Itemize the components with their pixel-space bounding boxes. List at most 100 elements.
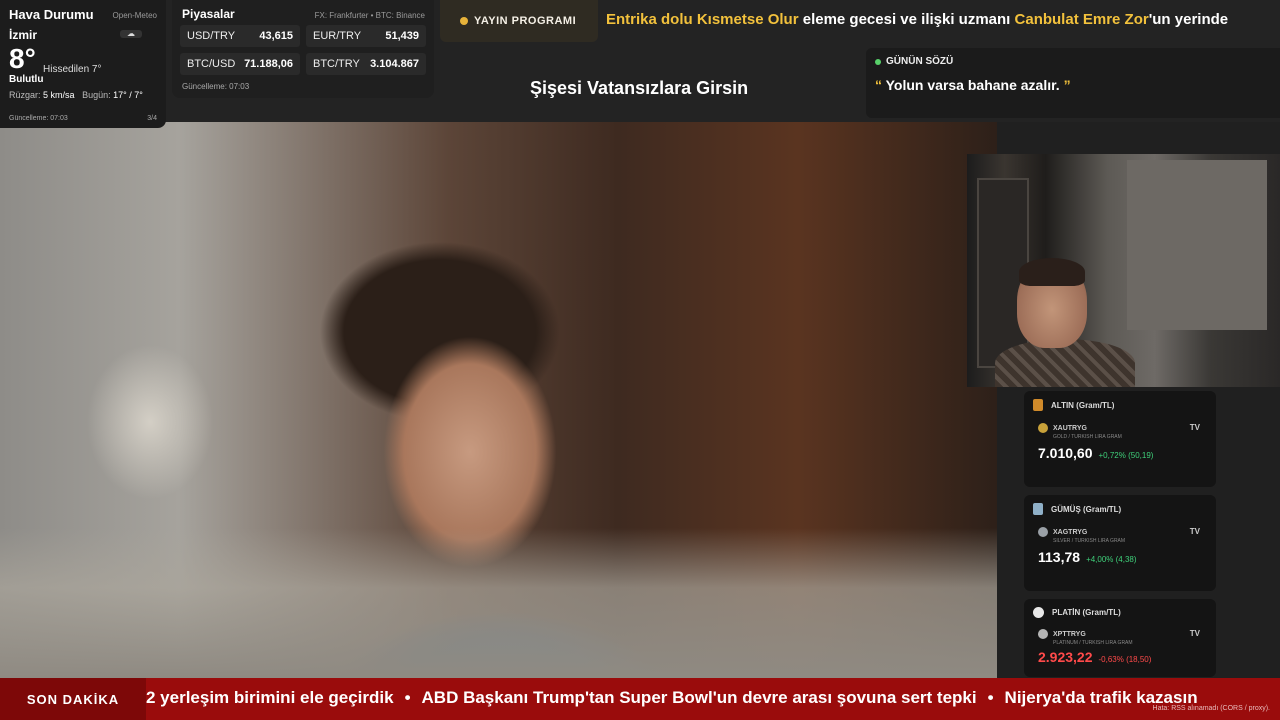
price-change: -0,63% (18,50) xyxy=(1098,655,1152,664)
markets-widget: Piyasalar FX: Frankfurter • BTC: Binance… xyxy=(172,0,434,98)
breaking-news-ticker: 2 yerleşim birimini ele geçirdik • ABD Baş… xyxy=(146,688,1198,708)
quote-text: Yolun varsa bahane azalır. xyxy=(882,77,1064,93)
weather-page-indicator: 3/4 xyxy=(147,115,157,122)
medal-icon xyxy=(1033,503,1043,515)
coin-icon xyxy=(1038,629,1048,639)
cloud-icon: ☁ xyxy=(120,30,142,38)
symbol-description: SILVER / TURKISH LIRA GRAM xyxy=(1053,538,1126,544)
medal-icon xyxy=(1033,607,1044,618)
symbol-row: XPTTRYG xyxy=(1038,629,1204,639)
weather-widget: Hava Durumu Open-Meteo İzmir ☁ 8° Hissed… xyxy=(0,0,166,128)
symbol-row: XAUTRYG xyxy=(1038,423,1204,433)
schedule-dot-icon xyxy=(460,17,468,25)
symbol: XAUTRYG xyxy=(1053,424,1087,432)
markets-source: FX: Frankfurter • BTC: Binance xyxy=(314,11,425,20)
card-body: XPTTRYG PLATINUM / TURKISH LIRA GRAM TV … xyxy=(1038,629,1204,665)
market-key: BTC/USD xyxy=(187,58,236,70)
weather-feels-like: Hissedilen 7° xyxy=(43,64,102,75)
card-body: XAUTRYG GOLD / TURKISH LIRA GRAM TV 7.01… xyxy=(1038,423,1204,461)
market-value: 71.188,06 xyxy=(244,58,293,70)
top-news-ticker: Entrika dolu Kısmetse Olur eleme gecesi … xyxy=(606,11,1280,33)
medal-icon xyxy=(1033,399,1043,411)
market-key: USD/TRY xyxy=(187,30,236,42)
price-change: +4,00% (4,38) xyxy=(1086,555,1137,564)
price-value: 7.010,60 xyxy=(1038,445,1093,461)
ticker-part: Entrika dolu xyxy=(606,11,697,28)
quote-label-row: GÜNÜN SÖZÜ xyxy=(875,56,1271,67)
card-title: PLATİN (Gram/TL) xyxy=(1052,608,1121,617)
schedule-button[interactable]: YAYIN PROGRAMI xyxy=(440,0,598,42)
markets-updated: Güncelleme: 07:03 xyxy=(182,82,250,91)
today-value: 17° / 7° xyxy=(113,90,143,100)
price-row: 113,78 +4,00% (4,38) xyxy=(1038,549,1204,565)
ticker-part: 'un yerinde xyxy=(1148,11,1229,28)
tradingview-icon[interactable]: TV xyxy=(1190,423,1200,432)
symbol-row: XAGTRYG xyxy=(1038,527,1204,537)
market-value: 51,439 xyxy=(385,30,419,42)
quote-of-day: GÜNÜN SÖZÜ “ Yolun varsa bahane azalır. … xyxy=(866,48,1280,118)
price-card-silver: GÜMÜŞ (Gram/TL) XAGTRYG SILVER / TURKISH… xyxy=(1024,495,1216,591)
price-row: 7.010,60 +0,72% (50,19) xyxy=(1038,445,1204,461)
weather-updated: Güncelleme: 07:03 xyxy=(9,115,68,122)
schedule-label: YAYIN PROGRAMI xyxy=(474,15,577,27)
price-change: +0,72% (50,19) xyxy=(1098,451,1154,460)
wind-value: 5 km/sa xyxy=(43,90,75,100)
card-header: ALTIN (Gram/TL) xyxy=(1033,399,1207,411)
price-value: 2.923,22 xyxy=(1038,649,1093,665)
market-cell: EUR/TRY 51,439 xyxy=(306,25,426,47)
status-dot-icon xyxy=(875,58,881,65)
show-title: Şişesi Vatansızlara Girsin xyxy=(530,78,749,98)
news-separator: • xyxy=(987,688,994,707)
webcam-person-hair xyxy=(1019,258,1085,286)
sofa-background xyxy=(0,528,997,678)
symbol-description: PLATINUM / TURKISH LIRA GRAM xyxy=(1053,640,1133,646)
quote-open-mark: “ xyxy=(875,77,882,93)
card-header: GÜMÜŞ (Gram/TL) xyxy=(1033,503,1207,515)
weather-source: Open-Meteo xyxy=(112,11,157,20)
card-title: ALTIN (Gram/TL) xyxy=(1051,400,1115,410)
market-cell: USD/TRY 43,615 xyxy=(180,25,300,47)
news-separator: • xyxy=(404,688,411,707)
tradingview-icon[interactable]: TV xyxy=(1190,527,1200,536)
tradingview-icon[interactable]: TV xyxy=(1190,629,1200,638)
breaking-news-bar: SON DAKİKA 2 yerleşim birimini ele geçir… xyxy=(0,678,1280,720)
markets-grid: USD/TRY 43,615 EUR/TRY 51,439 BTC/USD 71… xyxy=(180,25,426,81)
quote-label: GÜNÜN SÖZÜ xyxy=(886,56,954,67)
card-body: XAGTRYG SILVER / TURKISH LIRA GRAM TV 11… xyxy=(1038,527,1204,565)
market-value: 3.104.867 xyxy=(370,58,419,70)
ticker-part: eleme gecesi ve ilişki uzmanı xyxy=(798,11,1015,28)
webcam-feed xyxy=(967,154,1280,387)
market-key: EUR/TRY xyxy=(313,30,362,42)
news-item: ABD Başkanı Trump'tan Super Bowl'un devr… xyxy=(421,688,977,707)
coin-icon xyxy=(1038,527,1048,537)
symbol: XAGTRYG xyxy=(1053,528,1088,536)
market-cell: BTC/USD 71.188,06 xyxy=(180,53,300,75)
weather-details: Rüzgar: 5 km/sa Bugün: 17° / 7° xyxy=(9,90,157,100)
price-card-platinum: PLATİN (Gram/TL) XPTTRYG PLATINUM / TURK… xyxy=(1024,599,1216,677)
market-value: 43,615 xyxy=(259,30,293,42)
wind-label: Rüzgar: xyxy=(9,90,41,100)
markets-row: USD/TRY 43,615 EUR/TRY 51,439 xyxy=(180,25,426,47)
ticker-part: Kısmetse Olur xyxy=(696,11,799,28)
today-label: Bugün: xyxy=(82,90,111,100)
price-row: 2.923,22 -0,63% (18,50) xyxy=(1038,649,1204,665)
video-feed xyxy=(0,122,997,678)
symbol-description: GOLD / TURKISH LIRA GRAM xyxy=(1053,434,1122,440)
rss-error: Hata: RSS alınamadı (CORS / proxy). xyxy=(1152,705,1270,712)
price-value: 113,78 xyxy=(1038,549,1081,565)
ticker-part: Canbulat Emre Zor xyxy=(1014,11,1149,28)
card-title: GÜMÜŞ (Gram/TL) xyxy=(1051,504,1122,514)
metal-prices: ALTIN (Gram/TL) XAUTRYG GOLD / TURKISH L… xyxy=(1024,391,1216,677)
quote-close-mark: ” xyxy=(1063,77,1071,93)
quote-text-row: “ Yolun varsa bahane azalır. ” xyxy=(875,77,1271,93)
markets-row: BTC/USD 71.188,06 BTC/TRY 3.104.867 xyxy=(180,53,426,75)
coin-icon xyxy=(1038,423,1048,433)
breaking-news-label: SON DAKİKA xyxy=(0,678,146,720)
card-header: PLATİN (Gram/TL) xyxy=(1033,607,1207,618)
news-item: 2 yerleşim birimini ele geçirdik xyxy=(146,688,394,707)
price-card-gold: ALTIN (Gram/TL) XAUTRYG GOLD / TURKISH L… xyxy=(1024,391,1216,487)
symbol: XPTTRYG xyxy=(1053,630,1086,638)
weather-condition: Bulutlu xyxy=(9,74,44,85)
market-cell: BTC/TRY 3.104.867 xyxy=(306,53,426,75)
webcam-wall xyxy=(1127,160,1267,330)
